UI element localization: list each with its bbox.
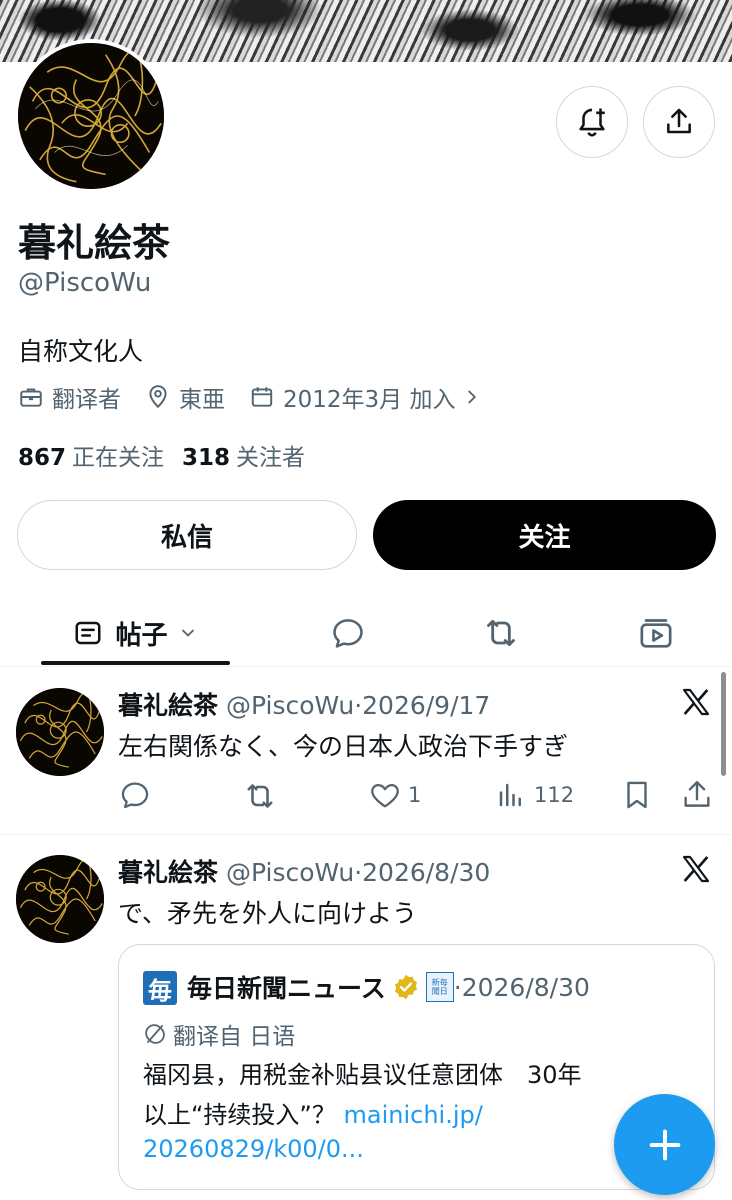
followers-count: 318 xyxy=(182,445,231,471)
tweet-author-handle[interactable]: @PiscoWu xyxy=(226,858,354,887)
avatar-image xyxy=(18,43,164,189)
tab-posts[interactable]: 帖子 xyxy=(41,600,230,666)
avatar-image xyxy=(16,855,104,943)
following-count: 867 xyxy=(18,445,67,471)
compose-button[interactable] xyxy=(614,1094,715,1195)
tweet-date[interactable]: 2026/9/17 xyxy=(362,691,490,720)
followers-label: 关注者 xyxy=(236,445,306,471)
occupation-label: 翻译者 xyxy=(52,387,121,413)
scrollbar[interactable] xyxy=(721,672,726,776)
plus-icon xyxy=(649,1129,680,1160)
dm-button[interactable]: 私信 xyxy=(17,500,357,570)
repost-icon xyxy=(487,619,515,647)
reply-icon[interactable] xyxy=(118,778,152,812)
chevron-right-icon xyxy=(468,390,477,404)
notify-button[interactable] xyxy=(556,86,628,158)
repost-icon[interactable] xyxy=(242,778,278,814)
tweet-divider xyxy=(0,834,732,835)
x-logo-icon[interactable] xyxy=(680,686,712,718)
quote-text-fragment: 以上“持续投入”？ xyxy=(143,1101,344,1129)
tweet-author-name[interactable]: 暮礼絵茶 xyxy=(118,691,218,720)
profile-avatar[interactable] xyxy=(14,39,168,193)
quote-author-name: 毎日新聞ニュース xyxy=(187,974,386,1003)
occupation: 翻译者 xyxy=(18,380,121,414)
follow-button[interactable]: 关注 xyxy=(373,500,716,570)
tweet-actions: 1 112 xyxy=(118,776,718,816)
bell-plus-icon xyxy=(579,108,605,137)
tweet-avatar[interactable] xyxy=(16,688,104,776)
calendar-icon xyxy=(251,387,273,407)
tweet-author-handle[interactable]: @PiscoWu xyxy=(226,691,354,720)
tab-replies[interactable] xyxy=(312,600,384,666)
profile-bio: 自称文化人 xyxy=(18,337,144,366)
quote-date: 2026/8/30 xyxy=(461,972,590,1002)
quote-link-continued[interactable]: 20260829/k00/0... xyxy=(143,1135,364,1163)
tweet-text: 左右関係なく、今の日本人政治下手すぎ xyxy=(118,732,569,761)
location-label: 東亜 xyxy=(179,387,225,413)
bookmark-icon[interactable] xyxy=(620,778,654,812)
affiliate-badge: 新毎 聞日 xyxy=(425,972,454,1002)
like-button[interactable]: 1 xyxy=(368,778,421,812)
tweet-author-name[interactable]: 暮礼絵茶 xyxy=(118,858,218,887)
tweet-separator: · xyxy=(354,858,363,887)
tweet-date[interactable]: 2026/8/30 xyxy=(362,858,490,887)
quote-separator: · xyxy=(453,972,462,1002)
follow-stats: 867 正在关注 318 关注者 xyxy=(18,438,305,472)
media-icon xyxy=(640,619,672,648)
quote-link[interactable]: mainichi.jp/ xyxy=(344,1101,483,1129)
following-label: 正在关注 xyxy=(72,445,165,471)
affiliate-badge-text: 新毎 聞日 xyxy=(431,978,448,996)
views-count: 112 xyxy=(534,783,575,807)
heart-icon xyxy=(371,783,399,808)
x-logo-icon[interactable] xyxy=(680,853,712,885)
profile-handle: @PiscoWu xyxy=(18,268,152,298)
following-link[interactable]: 867 正在关注 xyxy=(18,438,164,472)
tweet-text: で、矛先を外人に向けよう xyxy=(118,899,418,928)
tweet-header: 暮礼絵茶 @PiscoWu·2026/9/17 xyxy=(118,686,490,722)
quote-text-line1: 福冈县，用税金补贴县议任意团体 30年 xyxy=(143,1061,582,1089)
profile-meta: 翻译者 東亜 2012年3月 加入 xyxy=(18,380,507,414)
profile-tabs: 帖子 xyxy=(0,600,732,667)
mainichi-logo: 毎 xyxy=(143,971,177,1005)
tweet-separator: · xyxy=(354,691,363,720)
translated-from[interactable]: 翻译自 日语 xyxy=(143,1017,295,1051)
location: 東亜 xyxy=(145,380,225,414)
posts-icon xyxy=(75,621,101,645)
quote-header: 毎日新聞ニュース 新毎 聞日 · 2026/8/30 xyxy=(187,969,590,1005)
tab-reposts[interactable] xyxy=(465,600,537,666)
translate-icon xyxy=(145,1024,165,1044)
reply-bubble-icon xyxy=(333,619,363,648)
share-profile-button[interactable] xyxy=(643,86,715,158)
avatar-image xyxy=(16,688,104,776)
tweet-avatar[interactable] xyxy=(16,855,104,943)
quote-text-line2: 以上“持续投入”？ mainichi.jp/ xyxy=(143,1095,483,1130)
location-pin-icon xyxy=(149,385,167,409)
share-icon xyxy=(667,108,691,134)
chevron-down-icon xyxy=(181,629,194,637)
like-count: 1 xyxy=(408,783,422,807)
tab-media[interactable] xyxy=(620,600,692,666)
active-tab-indicator xyxy=(41,661,230,665)
translated-label: 翻译自 日语 xyxy=(173,1024,296,1050)
joined-label: 2012年3月 加入 xyxy=(283,387,456,413)
tab-posts-label: 帖子 xyxy=(115,620,168,651)
followers-link[interactable]: 318 关注者 xyxy=(182,438,305,472)
views-button[interactable]: 112 xyxy=(496,778,574,812)
tweet-header: 暮礼絵茶 @PiscoWu·2026/8/30 xyxy=(118,853,490,889)
share-icon[interactable] xyxy=(680,778,714,812)
joined-date[interactable]: 2012年3月 加入 xyxy=(249,380,483,414)
verified-gold-badge-icon xyxy=(394,974,417,1000)
views-bar-icon xyxy=(499,783,521,807)
profile-name: 暮礼絵茶 xyxy=(18,221,171,265)
briefcase-icon xyxy=(20,388,42,407)
